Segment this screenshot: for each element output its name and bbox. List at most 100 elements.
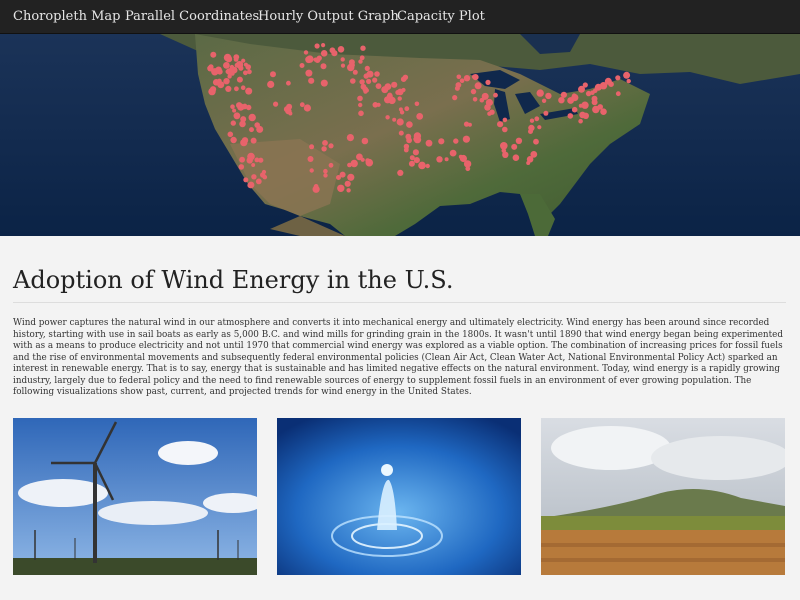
wind-farm-marker — [558, 97, 565, 104]
wind-farm-marker — [365, 158, 374, 167]
wind-farm-marker — [497, 121, 504, 128]
wind-farm-marker — [391, 81, 398, 88]
wind-farm-marker — [455, 82, 462, 88]
wind-farm-marker — [246, 104, 252, 111]
wind-farm-marker — [615, 91, 621, 97]
wind-farm-marker — [462, 135, 470, 143]
wind-farm-marker — [299, 102, 305, 108]
wind-farm-marker — [592, 88, 598, 93]
wind-farm-marker — [245, 87, 253, 95]
wind-farm-marker — [413, 135, 422, 144]
wind-farm-marker — [399, 110, 405, 115]
wind-farm-marker — [251, 174, 257, 180]
nav-choropleth-map[interactable]: Choropleth Map — [13, 0, 120, 33]
wind-farm-marker — [337, 46, 345, 53]
nav-hourly-output-graph[interactable]: Hourly Output Graph — [258, 0, 399, 33]
wind-farm-marker — [372, 77, 378, 83]
wind-farm-marker — [232, 108, 237, 113]
wind-farm-marker — [366, 70, 374, 78]
wind-farm-marker — [316, 55, 322, 61]
wind-farm-marker — [425, 139, 433, 147]
wind-farm-marker — [337, 184, 345, 192]
wind-farm-marker — [567, 113, 574, 119]
wind-farm-marker — [543, 110, 549, 116]
wind-farm-marker — [240, 85, 246, 90]
page-title: Adoption of Wind Energy in the U.S. — [13, 266, 454, 294]
wind-farm-marker — [602, 83, 607, 88]
wind-farm-marker — [489, 109, 495, 115]
wind-farm-marker — [615, 75, 621, 81]
wind-farm-marker — [386, 93, 393, 100]
wind-farm-marker — [210, 51, 217, 58]
wind-farm-marker — [250, 137, 257, 144]
wind-farm-marker — [240, 139, 248, 147]
wind-farm-marker — [398, 130, 404, 136]
wind-farm-marker — [303, 104, 311, 112]
wind-farm-marker — [321, 43, 326, 48]
wind-farm-marker — [349, 62, 355, 68]
wind-farm-marker — [502, 126, 508, 133]
wind-farm-marker — [336, 175, 341, 180]
wind-farm-marker — [340, 57, 345, 62]
wind-farm-marker — [303, 50, 309, 55]
wind-farm-marker — [585, 90, 592, 97]
wind-farm-marker — [329, 47, 336, 54]
wind-farm-marker — [397, 96, 402, 101]
wind-farm-marker — [472, 97, 478, 102]
wind-farm-marker — [230, 120, 236, 126]
wind-farm-marker — [212, 79, 220, 86]
wind-farm-marker — [344, 180, 351, 187]
wind-farm-marker — [251, 163, 256, 167]
wind-farm-marker — [358, 102, 363, 108]
wind-farm-marker — [356, 153, 363, 161]
wind-farm-marker — [223, 78, 230, 85]
wind-farm-marker — [571, 106, 578, 113]
wind-farm-marker — [239, 120, 246, 128]
wind-farm-marker — [530, 151, 538, 158]
wind-farm-marker — [502, 151, 509, 158]
wind-farm-marker — [537, 125, 542, 130]
wind-turbines-photo — [13, 418, 257, 575]
wind-farm-marker — [359, 55, 365, 61]
wind-farm-marker — [385, 115, 390, 120]
wind-farm-marker — [541, 98, 547, 104]
wind-farm-marker — [227, 131, 234, 138]
wind-farm-marker — [392, 117, 397, 122]
wind-farm-marker — [409, 155, 415, 161]
wind-farm-marker — [350, 78, 356, 84]
wind-farm-marker — [458, 154, 463, 159]
title-divider — [13, 302, 786, 303]
wind-farm-marker — [444, 157, 449, 162]
wind-farm-marker — [485, 79, 491, 85]
wind-farm-marker — [511, 143, 518, 150]
wind-farm-marker — [299, 63, 305, 68]
wind-farm-landscape-photo — [541, 418, 785, 575]
wind-farm-marker — [225, 55, 233, 63]
wind-farm-marker — [463, 121, 470, 127]
wind-farm-marker — [406, 121, 413, 128]
wind-farm-marker — [347, 173, 355, 181]
nav-capacity-plot[interactable]: Capacity Plot — [397, 0, 485, 33]
wind-farm-marker — [286, 80, 291, 86]
wind-farm-marker — [534, 116, 540, 122]
wind-farm-marker — [236, 76, 243, 83]
wind-farm-marker — [352, 69, 358, 75]
wind-farm-marker — [236, 102, 243, 109]
wind-farm-marker — [233, 57, 239, 62]
wind-farm-marker — [493, 92, 498, 98]
wind-farm-marker — [346, 134, 354, 142]
nav-parallel-coordinates[interactable]: Parallel Coordinates — [125, 0, 259, 33]
wind-farm-marker — [320, 50, 328, 57]
wind-farm-marker — [485, 98, 493, 107]
wind-farm-marker — [358, 110, 364, 117]
wind-farm-marker — [578, 103, 583, 108]
wind-farm-marker — [260, 172, 266, 178]
wind-farm-marker — [502, 117, 508, 123]
wind-farm-marker — [397, 169, 404, 176]
wind-farm-marker — [436, 156, 443, 163]
wind-farm-marker — [328, 143, 334, 149]
wind-farm-marker — [270, 71, 276, 78]
wind-farm-marker — [346, 188, 351, 193]
wind-farm-marker — [306, 55, 314, 63]
wind-farm-marker — [384, 83, 392, 90]
